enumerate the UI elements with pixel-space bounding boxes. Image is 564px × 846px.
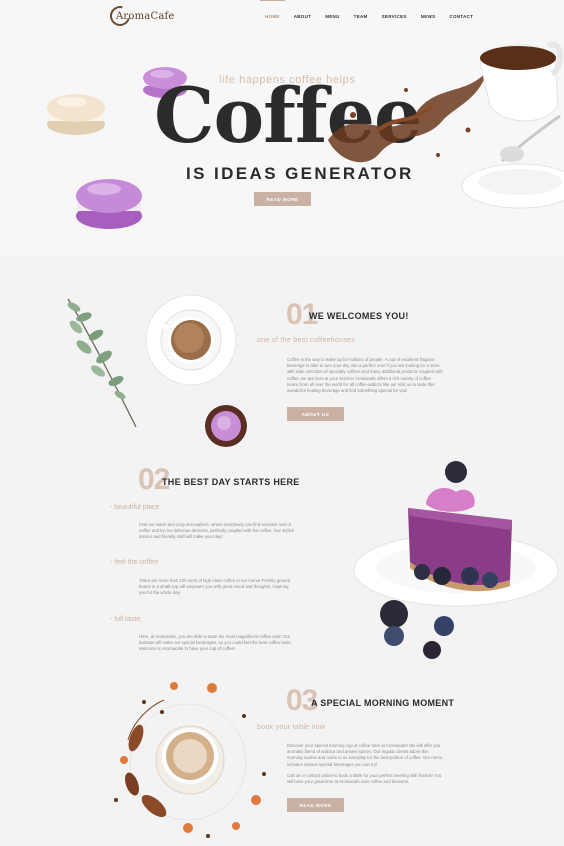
feature-text: Here, at Aromacafe, you are able to tast… — [139, 634, 292, 652]
macaron-purple-large — [76, 179, 142, 229]
section-title: WE WELCOMES YOU! — [309, 311, 409, 321]
section-subtitle: book your table now — [257, 724, 326, 731]
section-subtitle: one of the best coffeehouses — [257, 337, 356, 344]
feature-label: - feel the coffee — [110, 559, 159, 566]
nav-services[interactable]: SERVICES — [375, 12, 414, 21]
section-text: Call us or contact online to book a tabl… — [287, 773, 442, 785]
section-text: Coffee is the way to wake up for million… — [287, 357, 443, 394]
nav-menu[interactable]: MENU — [318, 12, 346, 21]
read-more-button[interactable]: READ MORE — [287, 798, 344, 812]
nav-team[interactable]: TEAM — [347, 12, 375, 21]
nav-home[interactable]: HOME — [258, 0, 287, 21]
hero-read-more-button[interactable]: READ MORE — [254, 192, 311, 206]
coffee-wreath-image — [114, 682, 266, 838]
hero-section: AromaCafe HOME ABOUT MENU TEAM SERVICES … — [0, 0, 564, 255]
section-title: THE BEST DAY STARTS HERE — [162, 477, 300, 487]
feature-label: - beautiful place — [110, 504, 160, 511]
coffee-cup-top-image — [145, 294, 237, 386]
nav-about[interactable]: ABOUT — [287, 12, 319, 21]
hero-subtitle: IS IDEAS GENERATOR — [186, 164, 414, 183]
feature-text: There are more than 100 sorts of high-cl… — [139, 578, 291, 596]
coffee-cup-image — [461, 41, 564, 209]
nav-contact[interactable]: CONTACT — [442, 12, 480, 21]
cheesecake-image — [353, 461, 559, 659]
main-nav: HOME ABOUT MENU TEAM SERVICES NEWS CONTA… — [258, 0, 480, 21]
logo[interactable]: AromaCafe — [106, 2, 175, 30]
section-title: A SPECIAL MORNING MOMENT — [311, 698, 455, 708]
logo-mark-icon — [106, 2, 134, 30]
macaron-cream — [47, 94, 105, 135]
about-us-button[interactable]: ABOUT US — [287, 407, 344, 421]
macaron-top-image — [205, 405, 247, 447]
feature-text: Feel our warm and cozy atmosphere, where… — [139, 522, 295, 540]
eucalyptus-branch-image — [67, 298, 137, 428]
section-text: Discover your special morning cup of cof… — [287, 743, 443, 767]
nav-news[interactable]: NEWS — [414, 12, 443, 21]
feature-label: - full taste — [110, 616, 141, 623]
